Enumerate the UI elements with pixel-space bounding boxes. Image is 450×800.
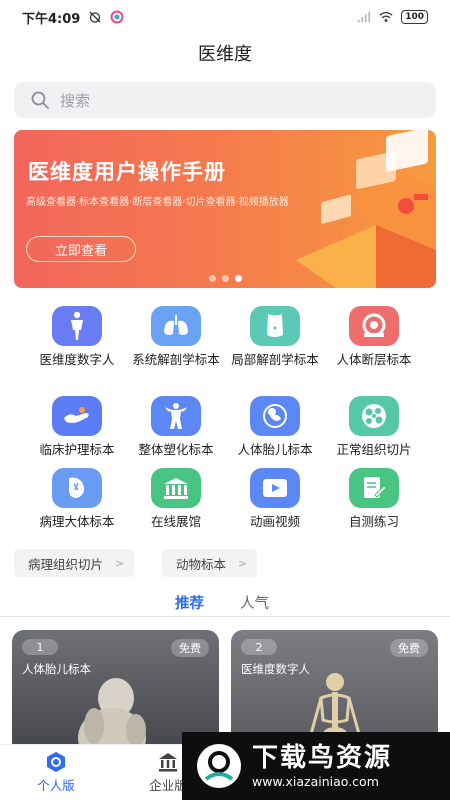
- bodybuilder-icon: [151, 396, 201, 436]
- grid-item-label: 病理大体标本: [39, 514, 115, 529]
- view-now-button[interactable]: 立即查看: [26, 236, 136, 262]
- grid-item-label: 正常组织切片: [336, 442, 412, 457]
- carousel-dot[interactable]: [222, 275, 229, 282]
- watermark-url: www.xiazainiao.com: [252, 774, 379, 789]
- content-tabs: 推荐 人气: [0, 590, 450, 618]
- tab-recommended[interactable]: 推荐: [175, 592, 204, 613]
- search-placeholder: 搜索: [60, 91, 91, 110]
- fetus-icon: [250, 396, 300, 436]
- banner-subtitle: 高级查看器·标本查看器·断层查看器·切片查看器·视频播放器: [26, 197, 289, 208]
- chevron-right-icon: >: [238, 556, 248, 570]
- grid-item-normal-tissue[interactable]: 正常组织切片: [324, 396, 424, 458]
- grid-item-plastination[interactable]: 整体塑化标本: [126, 396, 226, 458]
- grid-item-online-museum[interactable]: 在线展馆: [126, 468, 226, 530]
- status-bar: 下午4:09 100: [0, 0, 450, 34]
- chip-animal-specimens[interactable]: 动物标本 >: [162, 549, 258, 577]
- alarm-off-icon: [89, 11, 101, 23]
- battery-indicator: 100: [401, 10, 428, 24]
- promo-banner[interactable]: 医维度用户操作手册 高级查看器·标本查看器·断层查看器·切片查看器·视频播放器 …: [14, 130, 436, 288]
- grid-item-label: 局部解剖学标本: [231, 352, 319, 367]
- page-title: 医维度: [198, 44, 252, 65]
- app-notification-icon: [110, 10, 124, 24]
- grid-item-cross-section[interactable]: 人体断层标本: [324, 306, 424, 368]
- search-input[interactable]: 搜索: [14, 82, 436, 118]
- watermark-title: 下载鸟资源: [252, 743, 393, 773]
- grid-item-label: 动画视频: [249, 514, 300, 529]
- grid-item-fetus[interactable]: 人体胎儿标本: [225, 396, 325, 458]
- grid-item-animation-video[interactable]: 动画视频: [225, 468, 325, 530]
- grid-item-label: 系统解剖学标本: [132, 352, 220, 367]
- lungs-icon: [151, 306, 201, 346]
- chevron-right-icon: >: [115, 556, 125, 570]
- grid-item-label: 整体塑化标本: [138, 442, 214, 457]
- grid-item-systematic-anatomy[interactable]: 系统解剖学标本: [126, 306, 226, 368]
- chip-label: 动物标本: [176, 556, 227, 572]
- free-badge: 免费: [171, 639, 209, 657]
- grid-item-label: 自测练习: [348, 514, 399, 529]
- watermark-logo: [197, 744, 241, 788]
- torso-icon: [250, 306, 300, 346]
- human-body-icon: [52, 306, 102, 346]
- carousel-dots[interactable]: [209, 275, 242, 282]
- rank-badge: 1: [22, 639, 58, 655]
- status-time: 下午4:09: [22, 11, 81, 27]
- video-icon: [250, 468, 300, 508]
- tissue-cells-icon: [349, 396, 399, 436]
- grid-item-clinical-care[interactable]: 临床护理标本: [27, 396, 127, 458]
- grid-item-label: 临床护理标本: [39, 442, 115, 457]
- watermark-overlay: 下载鸟资源 www.xiazainiao.com: [182, 732, 450, 800]
- carousel-dot[interactable]: [209, 275, 216, 282]
- free-badge: 免费: [390, 639, 428, 657]
- grid-item-label: 在线展馆: [150, 514, 201, 529]
- grid-item-label: 人体胎儿标本: [237, 442, 313, 457]
- enterprise-building-icon: [157, 751, 179, 773]
- pathology-icon: [52, 468, 102, 508]
- ct-scanner-icon: [349, 306, 399, 346]
- chip-label: 病理组织切片: [28, 556, 104, 572]
- carousel-dot-active[interactable]: [235, 275, 242, 282]
- tab-popular[interactable]: 人气: [240, 592, 269, 613]
- grid-item-regional-anatomy[interactable]: 局部解剖学标本: [225, 306, 325, 368]
- hand-care-icon: [52, 396, 102, 436]
- signal-icon: [358, 11, 371, 23]
- museum-icon: [151, 468, 201, 508]
- nav-label: 个人版: [37, 778, 75, 793]
- banner-title: 医维度用户操作手册: [28, 160, 226, 184]
- exercise-icon: [349, 468, 399, 508]
- grid-item-digital-human[interactable]: 医维度数字人: [27, 306, 127, 368]
- card-title: 人体胎儿标本: [22, 662, 91, 676]
- grid-item-self-test[interactable]: 自测练习: [324, 468, 424, 530]
- rank-badge: 2: [241, 639, 277, 655]
- banner-illustration: [296, 130, 436, 288]
- card-title: 医维度数字人: [241, 662, 310, 676]
- tab-divider: [0, 616, 450, 617]
- wifi-icon: [379, 11, 393, 22]
- grid-item-label: 医维度数字人: [39, 352, 115, 367]
- grid-item-label: 人体断层标本: [336, 352, 412, 367]
- grid-item-pathology[interactable]: 病理大体标本: [27, 468, 127, 530]
- personal-edition-icon: [45, 751, 67, 773]
- nav-personal[interactable]: 个人版: [0, 745, 112, 800]
- search-icon: [31, 91, 49, 109]
- chip-pathology-slices[interactable]: 病理组织切片 >: [14, 549, 135, 577]
